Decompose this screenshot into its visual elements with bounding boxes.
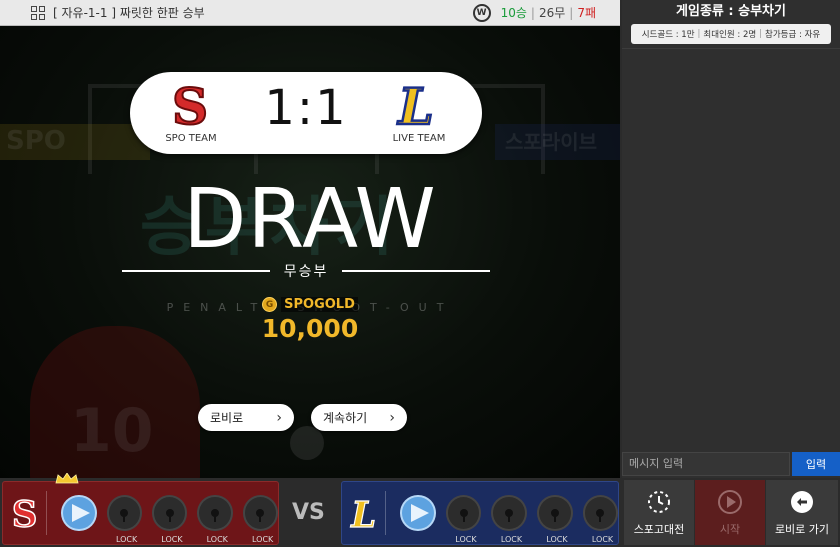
lock-label: LOCK [591, 535, 614, 544]
info-separator: | [697, 29, 701, 39]
record-draw: 26무 [538, 6, 566, 20]
svg-text:L: L [350, 495, 376, 533]
spo-match-label: 스포고대전 [633, 522, 685, 536]
gold-amount: 10,000 [261, 314, 359, 343]
chat-input-row: 메시지 입력 입력 [622, 452, 840, 478]
locked-slot: LOCK [491, 495, 527, 544]
svg-text:S: S [12, 495, 37, 533]
spo-team-logo: S [171, 80, 209, 130]
live-team-small-logo: L [350, 494, 377, 533]
locked-slot: LOCK [106, 495, 142, 544]
room-title-bar: [ 자유-1-1 ] 짜릿한 한판 승부 W 10승 | 26무 | 7패 [0, 0, 620, 26]
join-level-info: 참가등급 : 자유 [765, 30, 821, 40]
home-team-slots: S LOCK LOCK LOCK LOCK [2, 473, 279, 545]
record-separator: | [569, 5, 574, 20]
lock-icon [256, 509, 265, 522]
message-input[interactable]: 메시지 입력 [622, 452, 790, 476]
record-win: 10승 [500, 6, 527, 20]
gold-reward-label: G SPOGOLD [0, 297, 620, 312]
panel-divider [385, 491, 387, 535]
room-info-bar: 시드골드 : 1만 | 최대인원 : 2명 | 참가등급 : 자유 [631, 24, 831, 44]
versus-label: VS [292, 500, 325, 525]
panel-divider [46, 491, 48, 535]
svg-text:L: L [396, 80, 433, 130]
locked-slot: LOCK [536, 495, 573, 544]
lock-label: LOCK [206, 535, 228, 544]
lock-icon [120, 509, 129, 522]
scoreboard: S SPO TEAM 1:1 L LIVE TEAM [130, 72, 482, 154]
player-slot-guest[interactable] [400, 495, 436, 531]
return-icon [791, 490, 813, 513]
crown-icon [55, 473, 79, 484]
chevron-right-icon: › [276, 409, 282, 426]
room-list-icon[interactable] [31, 5, 45, 20]
lock-label: LOCK [115, 535, 138, 544]
live-team-logo: L [395, 80, 435, 130]
lock-icon [210, 509, 219, 522]
lock-label: LOCK [455, 535, 477, 544]
result-subtitle-row: 무승부 [122, 260, 491, 282]
win-record-icon: W [472, 3, 491, 22]
divider-line [342, 270, 491, 272]
continue-button-label: 계속하기 [323, 411, 368, 425]
spo-match-button[interactable]: 스포고대전 [624, 480, 694, 545]
go-to-lobby-button[interactable]: 로비로 가기 [766, 480, 838, 545]
away-team-name: LIVE TEAM [392, 133, 446, 144]
seed-gold-info: 시드골드 : 1만 [641, 30, 695, 40]
locked-slot: LOCK [445, 495, 482, 544]
home-team-name: SPO TEAM [165, 133, 217, 144]
locked-slot: LOCK [242, 495, 278, 544]
lock-icon [459, 509, 468, 522]
room-title: [ 자유-1-1 ] 짜릿한 한판 승부 [53, 6, 205, 20]
continue-button[interactable]: 계속하기 › [311, 404, 407, 431]
player-slot-host[interactable] [61, 495, 97, 531]
lock-icon [165, 509, 174, 522]
play-icon [718, 489, 742, 514]
locked-slot: LOCK [197, 495, 233, 544]
bottom-bar: S LOCK LOCK LOCK LOCK VS L LOCK LOCK LOC… [0, 473, 840, 547]
spo-team-small-logo: S [11, 494, 38, 533]
lock-label: LOCK [161, 535, 183, 544]
gold-label: SPOGOLD [281, 297, 358, 312]
lock-icon [550, 509, 559, 522]
divider-line [122, 270, 270, 272]
send-message-button[interactable]: 입력 [792, 452, 840, 476]
game-type-title: 게임종류 : 승부차기 [676, 4, 786, 19]
player-avatar-icon [71, 504, 90, 522]
away-team-slots: L LOCK LOCK LOCK LOCK [341, 481, 619, 545]
match-score: 1:1 [264, 80, 348, 136]
max-players-info: 최대인원 : 2명 [703, 30, 757, 40]
lock-icon [505, 509, 514, 522]
gold-coin-icon: G [262, 297, 278, 312]
locked-slot: LOCK [582, 495, 619, 544]
side-panel: 게임종류 : 승부차기 시드골드 : 1만 | 최대인원 : 2명 | 참가등급… [622, 0, 840, 478]
game-area: [ 자유-1-1 ] 짜릿한 한판 승부 W 10승 | 26무 | 7패 SP… [0, 0, 620, 478]
go-to-lobby-label: 로비로 가기 [774, 522, 830, 536]
back-to-lobby-button[interactable]: 로비로 › [198, 404, 294, 431]
record-loss: 7패 [577, 6, 596, 20]
lock-label: LOCK [546, 535, 568, 544]
lock-label: LOCK [251, 535, 274, 544]
result-subtitle: 무승부 [283, 264, 329, 280]
spo-match-icon [648, 490, 670, 513]
start-button[interactable]: 시작 [695, 480, 765, 545]
chat-log[interactable] [622, 48, 840, 450]
locked-slot: LOCK [151, 495, 188, 544]
game-window: [ 자유-1-1 ] 짜릿한 한판 승부 W 10승 | 26무 | 7패 SP… [0, 0, 840, 547]
svg-text:S: S [172, 80, 208, 130]
match-result-title: DRAW [183, 172, 437, 267]
record-separator: | [530, 5, 535, 20]
lock-icon [596, 509, 605, 522]
player-avatar-icon [411, 504, 430, 522]
lobby-button-label: 로비로 [210, 411, 244, 425]
info-separator: | [759, 29, 763, 39]
chevron-right-icon: › [389, 409, 395, 426]
start-label: 시작 [719, 522, 741, 536]
player-record: W 10승 | 26무 | 7패 [472, 3, 620, 22]
lock-label: LOCK [500, 535, 523, 544]
